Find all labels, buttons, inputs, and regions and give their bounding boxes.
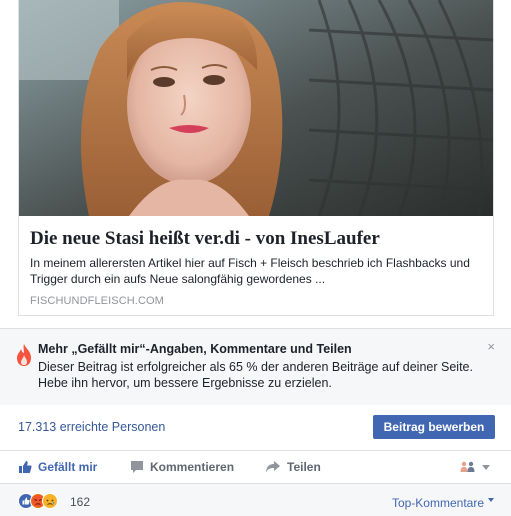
flame-icon — [17, 344, 31, 366]
thumbs-up-icon — [19, 461, 32, 473]
boost-insight-box: Mehr „Gefällt mir“-Angaben, Kommentare u… — [0, 329, 511, 405]
share-button[interactable]: Teilen — [265, 459, 321, 475]
promo-text: Dieser Beitrag ist erfolgreicher als 65 … — [38, 360, 473, 390]
audience-selector-icon — [460, 461, 475, 472]
reaction-count[interactable]: 162 — [70, 495, 90, 509]
sad-reaction-icon — [42, 493, 58, 509]
comment-icon — [131, 461, 143, 473]
comment-button[interactable]: Kommentieren — [130, 459, 234, 475]
comment-sort-dropdown[interactable]: Top-Kommentare — [392, 496, 494, 510]
reach-row: 17.313 erreichte Personen Beitrag bewerb… — [0, 405, 511, 450]
boost-post-button[interactable]: Beitrag bewerben — [373, 415, 495, 439]
comment-sort-label: Top-Kommentare — [391, 496, 484, 510]
like-label: Gefällt mir — [38, 460, 98, 474]
close-icon[interactable]: × — [487, 339, 495, 354]
link-preview-card[interactable]: Die neue Stasi heißt ver.di - von InesLa… — [18, 0, 494, 316]
reaction-summary[interactable] — [18, 493, 70, 509]
audience-selector[interactable] — [460, 459, 490, 475]
woman-portrait-photo — [19, 0, 493, 216]
share-icon — [266, 461, 280, 473]
promo-title: Mehr „Gefällt mir“-Angaben, Kommentare u… — [38, 342, 352, 356]
chevron-down-icon — [482, 464, 490, 470]
chevron-down-icon — [488, 498, 494, 502]
link-description: In meinem allerersten Artikel hier auf F… — [30, 256, 470, 286]
post-actions: Gefällt mir Kommentieren Teilen — [0, 451, 511, 481]
link-domain: FISCHUNDFLEISCH.COM — [30, 295, 164, 307]
comment-label: Kommentieren — [150, 460, 235, 474]
people-reached-link[interactable]: 17.313 erreichte Personen — [18, 420, 165, 434]
share-label: Teilen — [287, 460, 321, 474]
link-title[interactable]: Die neue Stasi heißt ver.di - von InesLa… — [30, 228, 380, 250]
article-photo[interactable] — [19, 0, 493, 216]
reactions-row: 162 Top-Kommentare — [0, 483, 511, 516]
like-button[interactable]: Gefällt mir — [18, 459, 97, 475]
